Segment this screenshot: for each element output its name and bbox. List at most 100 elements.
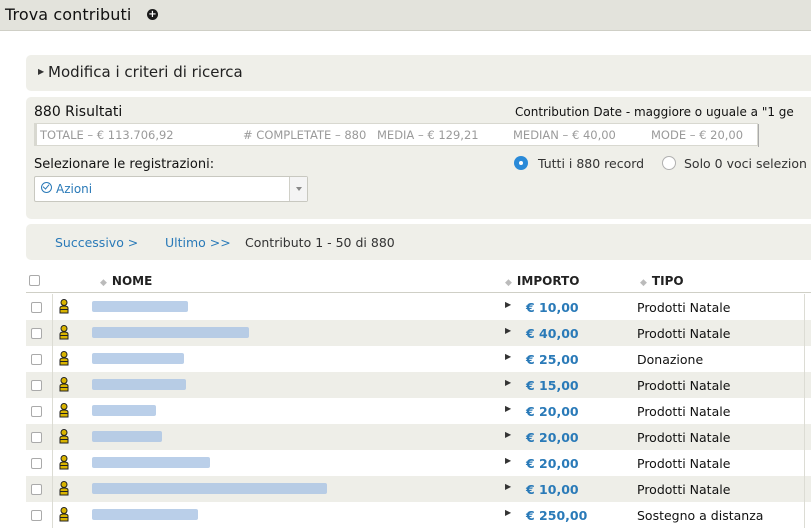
column-header-type[interactable]: ◆ TIPO [640,274,684,288]
row-checkbox[interactable] [31,328,42,339]
contact-name-link[interactable] [92,379,186,390]
column-header-name[interactable]: ◆ NOME [100,274,152,288]
contribution-type: Sostegno a distanza [637,508,764,523]
search-criteria-label: Modifica i criteri di ricerca [48,63,243,81]
sort-icon: ◆ [640,278,647,288]
column-divider [804,398,805,424]
expand-caret-icon[interactable]: ▶ [505,326,511,335]
stat-mode: MODE – € 20,00 [651,128,744,142]
column-divider [52,320,53,346]
column-header-amount[interactable]: ◆ IMPORTO [505,274,579,288]
column-divider [52,294,53,320]
contribution-amount[interactable]: € 20,00 [526,430,579,445]
column-divider [52,346,53,372]
results-panel: 880 Risultati Contribution Date - maggio… [26,97,811,219]
column-divider [804,450,805,476]
contact-person-icon[interactable] [59,325,69,340]
contribution-amount[interactable]: € 15,00 [526,378,579,393]
column-divider [804,294,805,320]
chevron-down-icon[interactable] [289,177,307,201]
results-count: 880 Risultati [34,104,123,120]
contact-person-icon[interactable] [59,455,69,470]
sort-icon: ◆ [505,278,512,288]
actions-select[interactable]: Azioni [34,176,308,202]
last-page-link[interactable]: Ultimo >> [165,235,231,250]
column-divider [52,398,53,424]
table-row: ▶ € 25,00 Donazione [26,346,811,372]
contact-name-link[interactable] [92,327,249,338]
plus-circle-icon[interactable]: + [147,9,158,20]
contact-person-icon[interactable] [59,481,69,496]
expand-caret-icon[interactable]: ▶ [505,378,511,387]
contact-person-icon[interactable] [59,377,69,392]
table-row: ▶ € 10,00 Prodotti Natale [26,476,811,502]
table-row: ▶ € 15,00 Prodotti Natale [26,372,811,398]
radio-all-records[interactable] [514,156,528,170]
expand-caret-icon[interactable]: ▶ [505,456,511,465]
contact-person-icon[interactable] [59,403,69,418]
contribution-amount[interactable]: € 10,00 [526,482,579,497]
table-row: ▶ € 10,00 Prodotti Natale [26,294,811,320]
expand-caret-icon[interactable]: ▶ [505,482,511,491]
row-checkbox[interactable] [31,302,42,313]
radio-selected-records[interactable] [662,156,676,170]
row-checkbox[interactable] [31,380,42,391]
expand-caret-icon[interactable]: ▶ [505,352,511,361]
expand-caret-icon[interactable]: ▶ [505,508,511,517]
expand-caret-icon[interactable]: ▶ [505,300,511,309]
stat-mean: MEDIA – € 129,21 [377,128,479,142]
pagination-info: Contributo 1 - 50 di 880 [245,235,395,250]
column-divider [52,502,53,528]
contact-name-link[interactable] [92,353,184,364]
row-checkbox[interactable] [31,406,42,417]
table-row: ▶ € 20,00 Prodotti Natale [26,398,811,424]
stat-median: MEDIAN – € 40,00 [513,128,616,142]
contact-name-link[interactable] [92,509,198,520]
select-all-checkbox[interactable] [29,275,40,286]
expand-caret-icon[interactable]: ▶ [505,404,511,413]
table-row: ▶ € 250,00 Sostegno a distanza [26,502,811,528]
stat-total: TOTALE – € 113.706,92 [40,128,174,142]
table-row: ▶ € 40,00 Prodotti Natale [26,320,811,346]
column-divider [804,320,805,346]
contact-name-link[interactable] [92,483,327,494]
contact-person-icon[interactable] [59,429,69,444]
contribution-type: Donazione [637,352,704,367]
contribution-type: Prodotti Natale [637,378,731,393]
row-checkbox[interactable] [31,458,42,469]
contribution-amount[interactable]: € 40,00 [526,326,579,341]
contact-name-link[interactable] [92,405,156,416]
contact-person-icon[interactable] [59,299,69,314]
column-divider [804,502,805,528]
contribution-amount[interactable]: € 10,00 [526,300,579,315]
contact-person-icon[interactable] [59,507,69,522]
row-checkbox[interactable] [31,432,42,443]
radio-all-records-label[interactable]: Tutti i 880 record [538,156,644,171]
contribution-type: Prodotti Natale [637,326,731,341]
check-circle-icon [41,182,52,193]
contact-name-link[interactable] [92,301,188,312]
sort-icon: ◆ [100,278,107,288]
expand-caret-icon[interactable]: ▶ [505,430,511,439]
active-filter-summary: Contribution Date - maggiore o uguale a … [515,105,794,119]
contribution-amount[interactable]: € 250,00 [526,508,587,523]
row-checkbox[interactable] [31,510,42,521]
contact-name-link[interactable] [92,431,162,442]
search-criteria-toggle[interactable]: ▶ Modifica i criteri di ricerca [26,55,811,91]
contribution-amount[interactable]: € 25,00 [526,352,579,367]
column-divider [804,372,805,398]
stat-completed: # COMPLETATE – 880 [243,128,367,142]
contribution-amount[interactable]: € 20,00 [526,404,579,419]
contact-name-link[interactable] [92,457,210,468]
page-title: Trova contributi [5,5,132,24]
column-divider [52,476,53,502]
contribution-type: Prodotti Natale [637,300,731,315]
next-page-link[interactable]: Successivo > [55,235,138,250]
contribution-type: Prodotti Natale [637,456,731,471]
radio-selected-records-label[interactable]: Solo 0 voci selezion [684,156,807,171]
table-row: ▶ € 20,00 Prodotti Natale [26,450,811,476]
contact-person-icon[interactable] [59,351,69,366]
contribution-amount[interactable]: € 20,00 [526,456,579,471]
row-checkbox[interactable] [31,484,42,495]
row-checkbox[interactable] [31,354,42,365]
